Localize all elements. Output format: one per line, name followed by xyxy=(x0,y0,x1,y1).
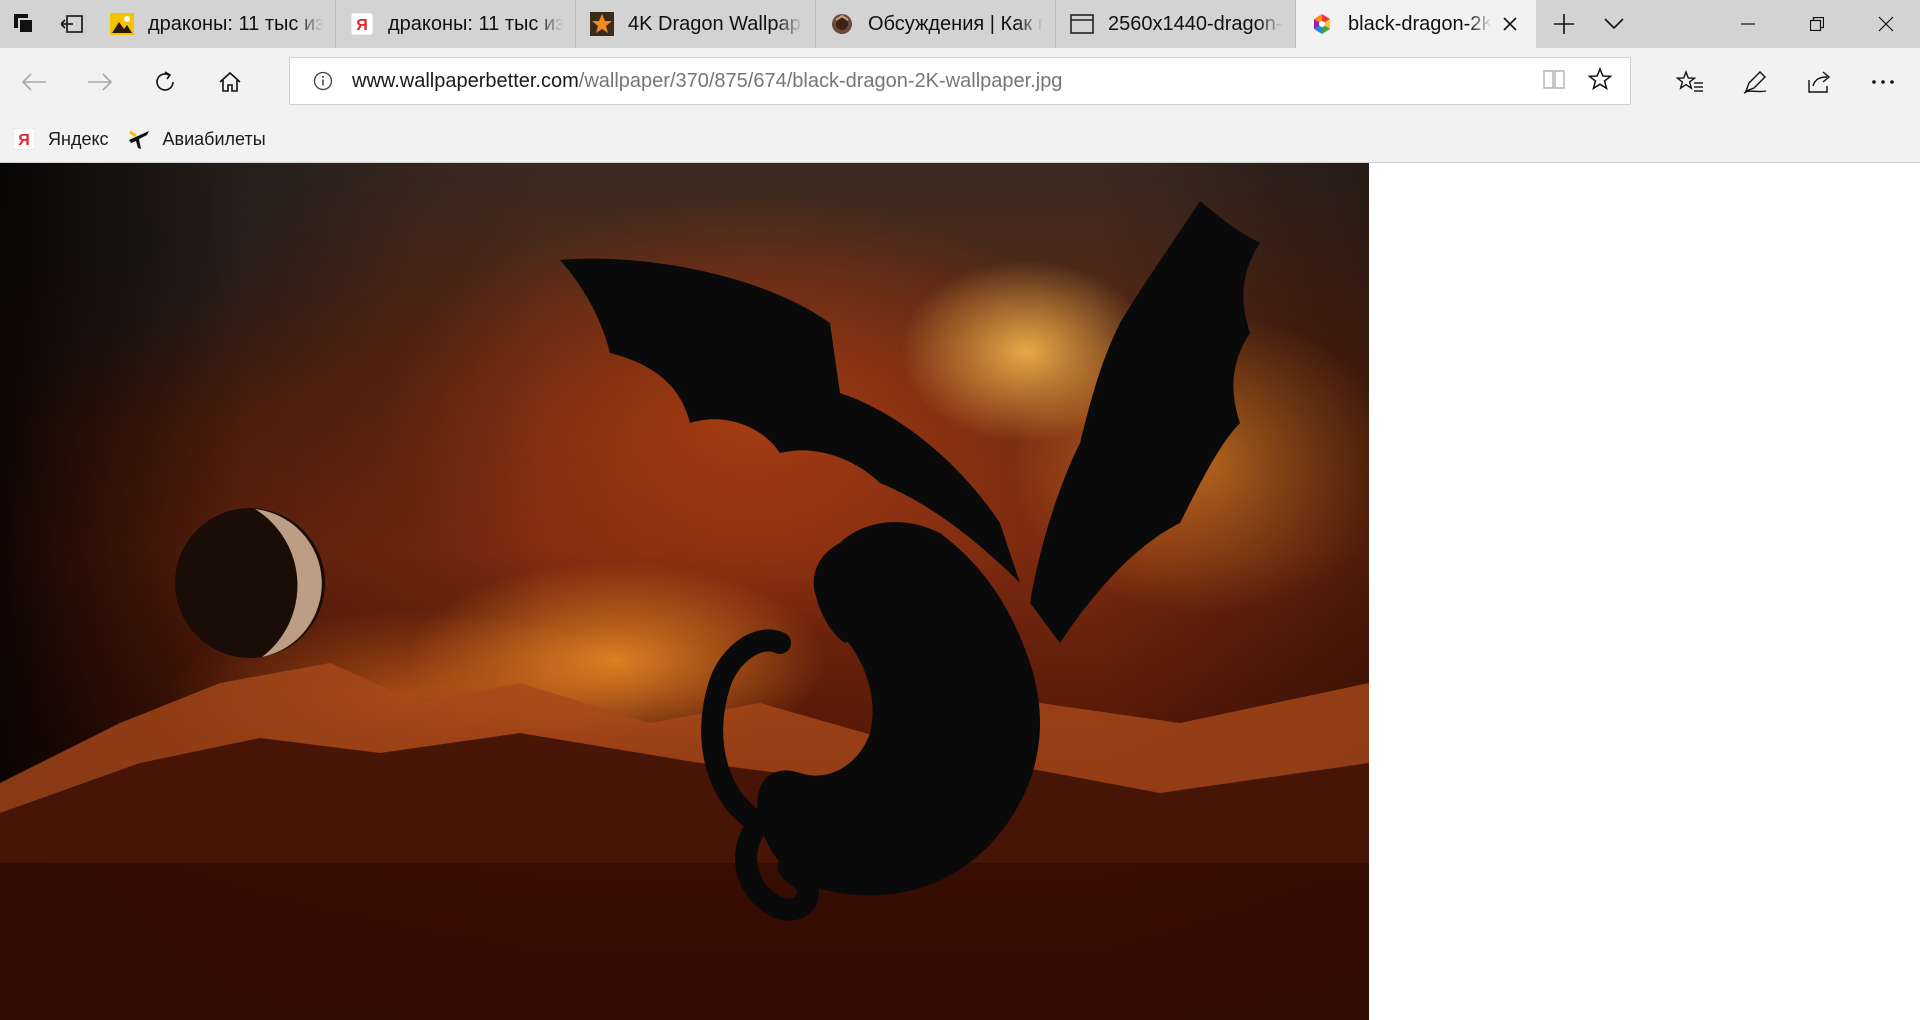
plus-icon xyxy=(1554,14,1574,34)
reading-view-button[interactable] xyxy=(1542,68,1566,95)
arrow-left-icon xyxy=(21,73,46,91)
tab[interactable]: 2560x1440-dragon-w xyxy=(1056,0,1296,48)
favorite-aviabilety[interactable]: Авиабилеты xyxy=(127,127,266,151)
wallpaperbetter-icon xyxy=(1310,12,1334,36)
airplane-icon xyxy=(127,127,151,151)
refresh-button[interactable] xyxy=(145,62,185,102)
favorites-list-icon xyxy=(1676,70,1703,92)
wallpaper-image[interactable] xyxy=(0,163,1369,1020)
favorites-bar: Я Яндекс Авиабилеты xyxy=(0,116,1920,163)
tab-manager-button[interactable] xyxy=(0,0,48,48)
favorite-yandex[interactable]: Я Яндекс xyxy=(12,127,109,151)
favorites-hub-button[interactable] xyxy=(1670,62,1710,102)
close-icon xyxy=(1878,16,1893,32)
book-icon xyxy=(1543,69,1565,89)
dragon-site-icon xyxy=(830,12,854,36)
close-window-button[interactable] xyxy=(1851,0,1920,48)
address-bar-actions xyxy=(1542,58,1613,104)
tab[interactable]: драконы: 11 тыс изо xyxy=(96,0,336,48)
more-button[interactable] xyxy=(1863,62,1903,102)
more-icon xyxy=(1872,80,1894,84)
page-icon xyxy=(1070,12,1094,36)
close-icon xyxy=(1503,17,1517,31)
address-bar[interactable]: www.wallpaperbetter.com/wallpaper/370/87… xyxy=(289,57,1631,105)
tab-title: 4K Dragon Wallpaper xyxy=(628,12,803,35)
new-tab-button[interactable] xyxy=(1536,0,1592,48)
window-controls xyxy=(1713,0,1920,48)
restore-icon xyxy=(1809,17,1824,31)
close-tab-button[interactable] xyxy=(1497,10,1524,38)
refresh-icon xyxy=(156,71,174,91)
favorite-label: Яндекс xyxy=(48,128,109,149)
share-icon xyxy=(1808,71,1831,93)
page-content xyxy=(0,163,1920,1020)
set-aside-icon xyxy=(61,15,83,33)
image-icon xyxy=(110,12,134,36)
tabs-stack-icon xyxy=(14,14,34,34)
minimize-button[interactable] xyxy=(1713,0,1782,48)
dragon-illustration xyxy=(0,201,1369,1020)
back-button[interactable] xyxy=(14,62,54,102)
tab-title: black-dragon-2K xyxy=(1348,12,1491,35)
set-aside-tabs-button[interactable] xyxy=(48,0,96,48)
favorite-label: Авиабилеты xyxy=(162,128,266,149)
url-domain: www.wallpaperbetter.com xyxy=(352,69,579,92)
star-site-icon xyxy=(590,12,614,36)
navigation-toolbar: www.wallpaperbetter.com/wallpaper/370/87… xyxy=(0,48,1920,116)
site-info-icon[interactable] xyxy=(310,68,336,94)
add-to-favorites-button[interactable] xyxy=(1587,66,1613,96)
yandex-icon: Я xyxy=(12,127,36,151)
tab[interactable]: 4K Dragon Wallpaper xyxy=(576,0,816,48)
web-note-button[interactable] xyxy=(1735,62,1775,102)
svg-text:Я: Я xyxy=(356,17,368,34)
restore-button[interactable] xyxy=(1782,0,1851,48)
home-icon xyxy=(219,71,241,92)
tab-title: драконы: 11 тыс изо xyxy=(148,12,323,35)
tab-title: драконы: 11 тыс изо xyxy=(388,12,563,35)
tab[interactable]: Я драконы: 11 тыс изо xyxy=(336,0,576,48)
forward-button[interactable] xyxy=(80,62,120,102)
tab-title: 2560x1440-dragon-w xyxy=(1108,12,1283,35)
arrow-right-icon xyxy=(88,73,113,91)
star-icon xyxy=(1587,66,1613,90)
svg-text:Я: Я xyxy=(18,132,30,149)
chevron-down-icon xyxy=(1604,18,1624,30)
home-button[interactable] xyxy=(210,62,250,102)
minimize-icon xyxy=(1740,23,1755,25)
tab[interactable]: Обсуждения | Как п xyxy=(816,0,1056,48)
tab-title: Обсуждения | Как п xyxy=(868,12,1043,35)
share-button[interactable] xyxy=(1800,62,1840,102)
tab-preview-button[interactable] xyxy=(1592,0,1636,48)
url-text[interactable]: www.wallpaperbetter.com/wallpaper/370/87… xyxy=(352,70,1062,93)
url-path: /wallpaper/370/875/674/black-dragon-2K-w… xyxy=(578,69,1063,92)
tab-bar: драконы: 11 тыс изо Я драконы: 11 тыс из… xyxy=(0,0,1920,48)
pen-icon xyxy=(1743,71,1767,94)
yandex-icon: Я xyxy=(350,12,374,36)
tab-active[interactable]: black-dragon-2K xyxy=(1296,0,1536,48)
